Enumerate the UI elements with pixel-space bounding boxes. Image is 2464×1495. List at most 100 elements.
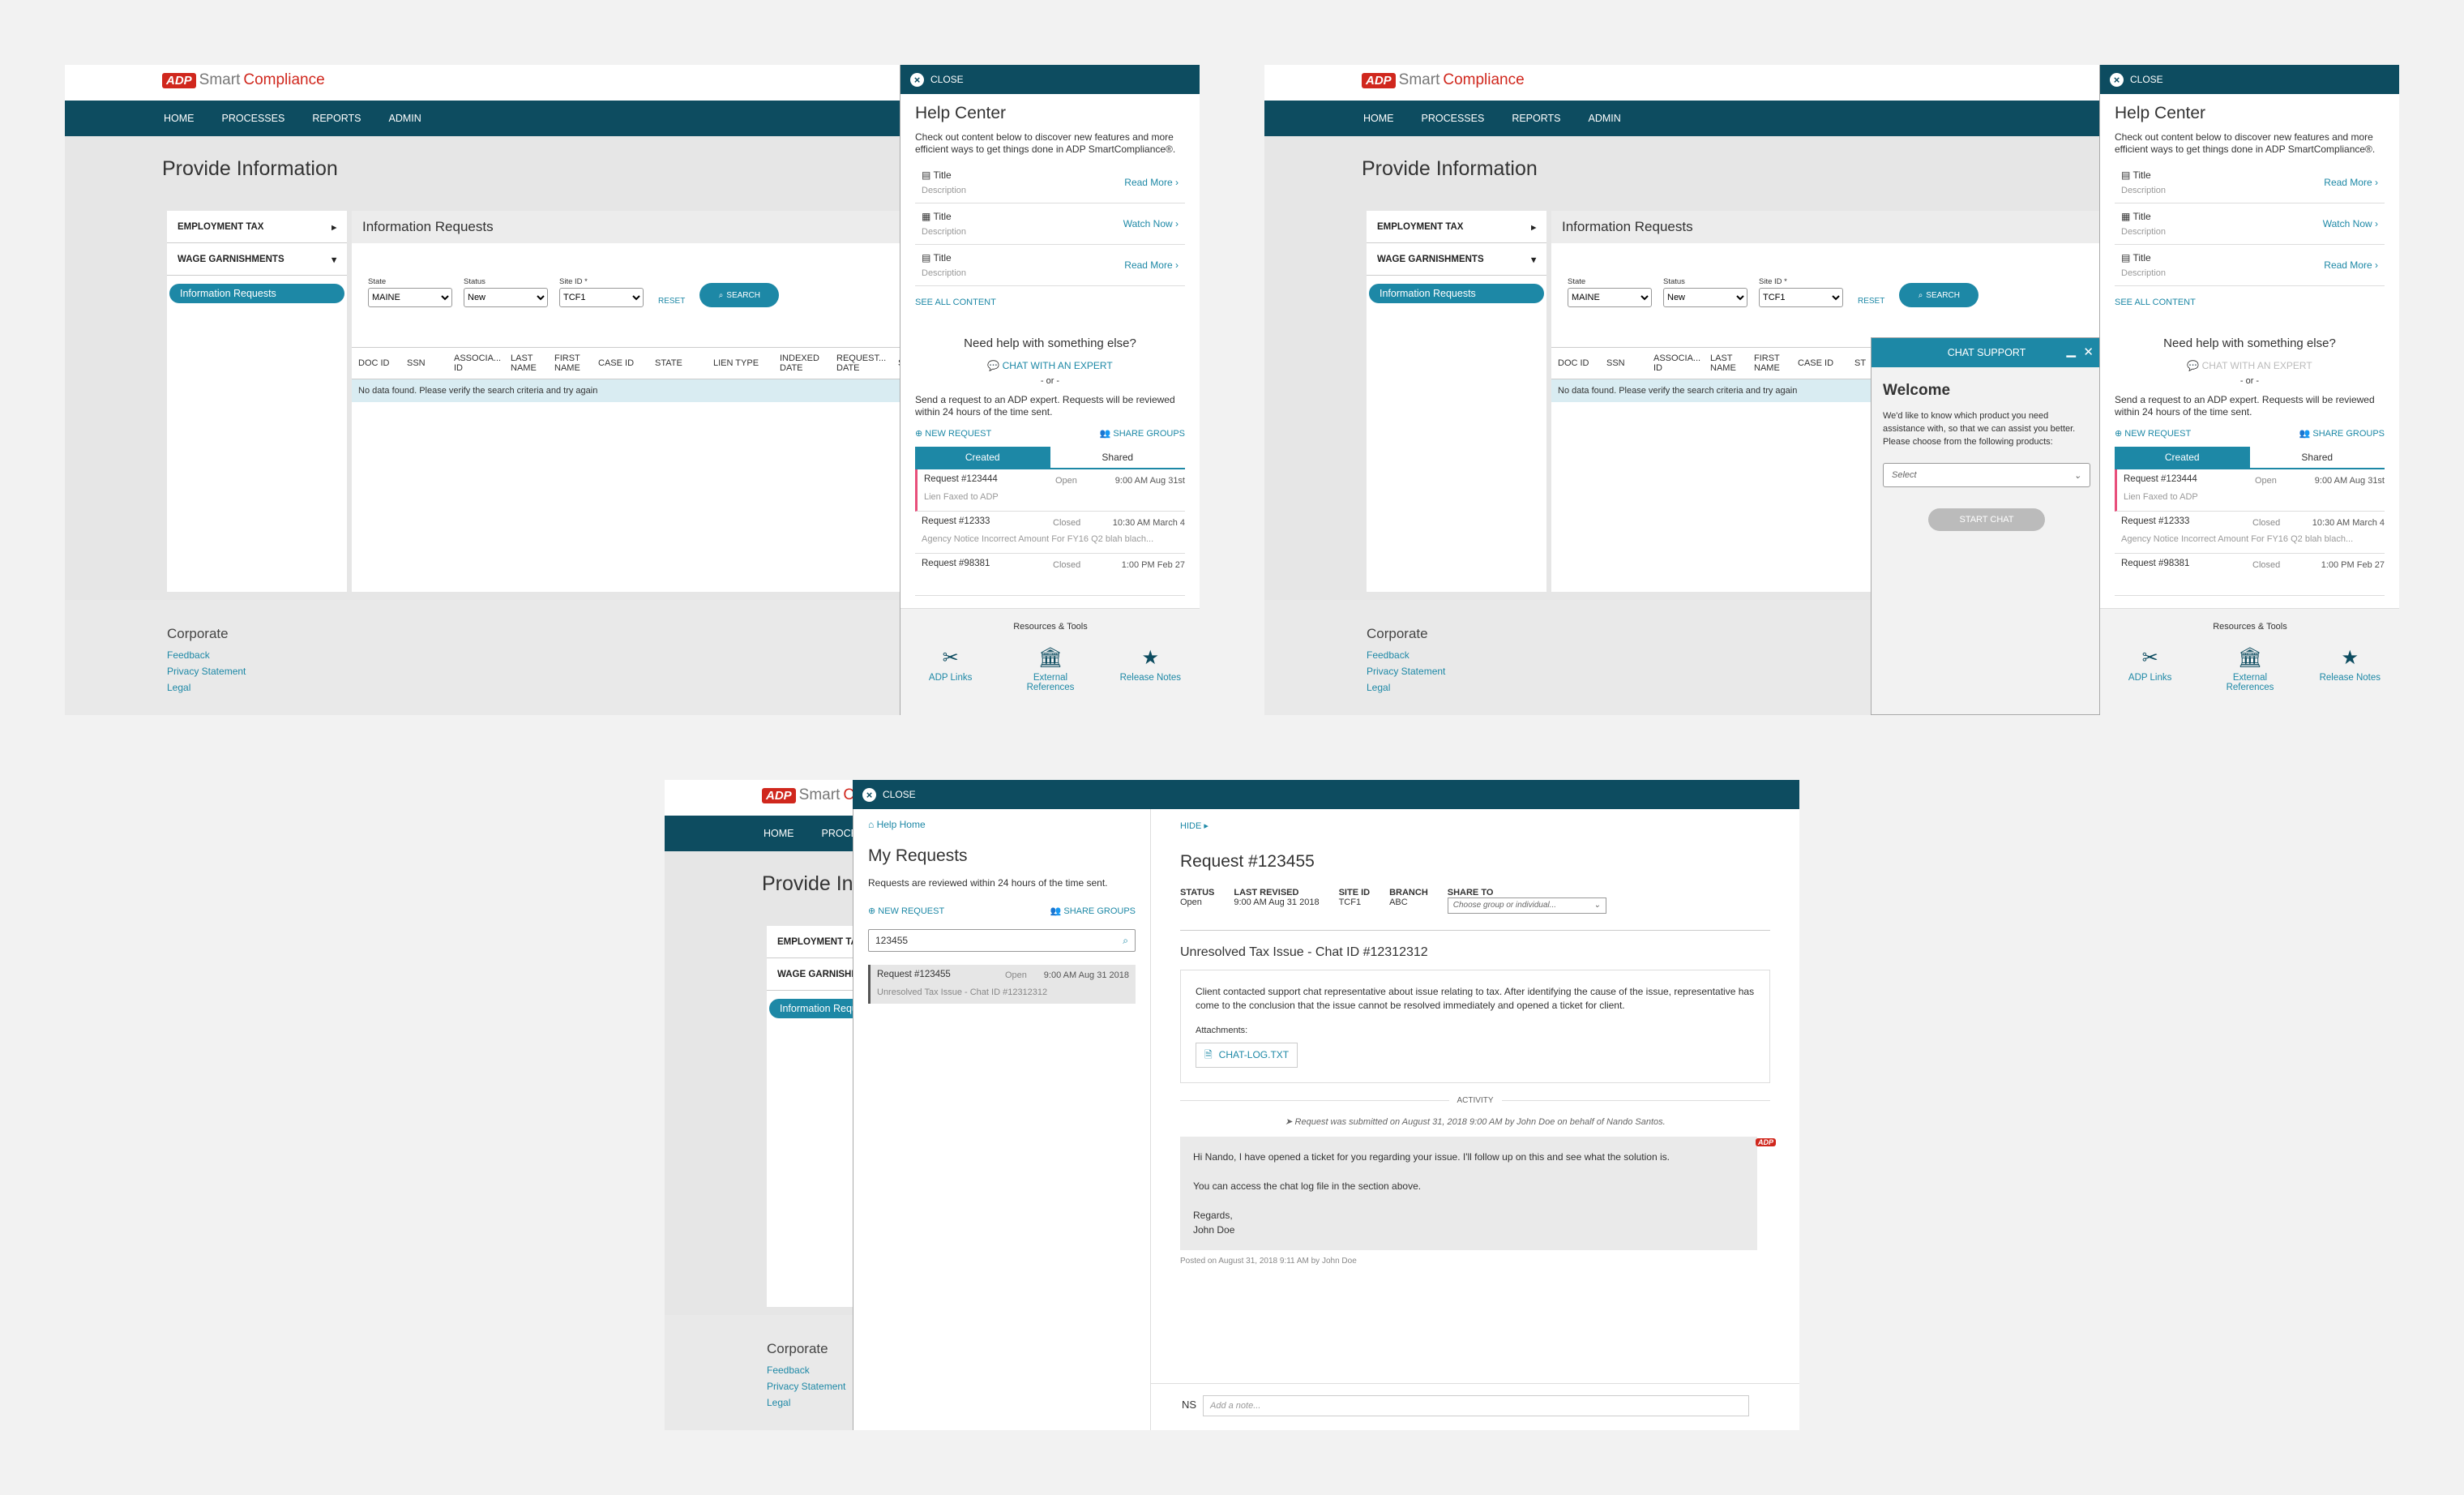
list-item[interactable]: Request #98381 Closed 1:00 PM Feb 27: [915, 554, 1185, 596]
list-item[interactable]: Request #123444 Open 9:00 AM Aug 31st Lien …: [2115, 469, 2385, 512]
search-button[interactable]: ⌕ SEARCH: [699, 283, 780, 307]
read-more-link[interactable]: Read More ›: [2324, 259, 2378, 271]
chat-expert-link[interactable]: 💬 CHAT WITH AN EXPERT: [915, 360, 1185, 371]
help-item[interactable]: ▤ Title Description Read More ›: [915, 245, 1185, 286]
help-item[interactable]: ▤ Title Description Read More ›: [2115, 245, 2385, 286]
tab-created[interactable]: Created: [915, 447, 1050, 468]
chat-expert-link[interactable]: 💬 CHAT WITH AN EXPERT: [2115, 360, 2385, 371]
share-to-select[interactable]: Choose group or individual... ⌄: [1447, 897, 1606, 914]
legal-link[interactable]: Legal: [767, 1394, 845, 1411]
reset-link[interactable]: RESET: [658, 297, 685, 306]
home-icon: ⌂: [868, 819, 877, 830]
feedback-link[interactable]: Feedback: [767, 1362, 845, 1378]
external-references-button[interactable]: 🏛 External References: [1010, 646, 1091, 692]
status-select[interactable]: New: [464, 288, 548, 307]
adp-links-button[interactable]: ✂ ADP Links: [2110, 646, 2191, 692]
close-icon[interactable]: ✕: [2083, 345, 2094, 359]
start-chat-button[interactable]: START CHAT: [1928, 508, 2045, 531]
site-id-select[interactable]: TCF1: [1759, 288, 1843, 307]
sidebar-item-information-requests[interactable]: Information Requests: [1369, 284, 1544, 303]
close-button[interactable]: × CLOSE: [853, 780, 1799, 809]
search-icon: ⌕: [1918, 290, 1923, 300]
legal-link[interactable]: Legal: [1367, 679, 1445, 696]
reset-link[interactable]: RESET: [1858, 297, 1884, 306]
share-groups-link[interactable]: 👥 SHARE GROUPS: [2299, 428, 2385, 439]
logo[interactable]: ADPSmartCompliance: [162, 71, 325, 89]
nav-reports[interactable]: REPORTS: [312, 113, 361, 124]
video-icon: ▦: [922, 211, 934, 222]
hide-link[interactable]: HIDE ▸: [1180, 820, 1770, 831]
help-item[interactable]: ▤ Title Description Read More ›: [915, 162, 1185, 203]
nav-home[interactable]: HOME: [764, 828, 794, 839]
nav-admin[interactable]: ADMIN: [389, 113, 421, 124]
chevron-right-icon: ▸: [332, 222, 336, 233]
tab-shared[interactable]: Shared: [1050, 447, 1186, 468]
nav-processes[interactable]: PROCESSES: [1422, 113, 1485, 124]
legal-link[interactable]: Legal: [167, 679, 246, 696]
privacy-link[interactable]: Privacy Statement: [1367, 663, 1445, 679]
watch-now-link[interactable]: Watch Now ›: [1123, 218, 1179, 229]
document-icon: ▤: [2121, 169, 2133, 181]
tab-created[interactable]: Created: [2115, 447, 2250, 468]
help-item[interactable]: ▦ Title Description Watch Now ›: [915, 203, 1185, 245]
nav-reports[interactable]: REPORTS: [1512, 113, 1560, 124]
minimize-icon[interactable]: ▁: [2066, 343, 2076, 358]
privacy-link[interactable]: Privacy Statement: [767, 1378, 845, 1394]
new-request-link[interactable]: ⊕ NEW REQUEST: [2115, 428, 2191, 439]
note-input[interactable]: Add a note...: [1203, 1395, 1749, 1416]
close-button[interactable]: × CLOSE: [900, 65, 1200, 94]
read-more-link[interactable]: Read More ›: [1124, 177, 1179, 188]
state-select[interactable]: MAINE: [368, 288, 452, 307]
see-all-content-link[interactable]: SEE ALL CONTENT: [915, 298, 1185, 307]
release-notes-button[interactable]: ★ Release Notes: [1110, 646, 1191, 692]
status-select[interactable]: New: [1663, 288, 1747, 307]
help-center-panel: × CLOSE Help Center Check out content bel…: [2099, 65, 2399, 715]
attachment-link[interactable]: 🗎 CHAT-LOG.TXT: [1196, 1043, 1298, 1068]
list-item[interactable]: Request #12333 Closed 10:30 AM March 4 Agen…: [915, 512, 1185, 554]
external-references-button[interactable]: 🏛 External References: [2209, 646, 2291, 692]
feedback-link[interactable]: Feedback: [167, 647, 246, 663]
help-item[interactable]: ▦ Title Description Watch Now ›: [2115, 203, 2385, 245]
close-button[interactable]: × CLOSE: [2100, 65, 2399, 94]
sidebar-item-information-requests[interactable]: Information Requests: [169, 284, 344, 303]
nav-admin[interactable]: ADMIN: [1589, 113, 1621, 124]
screen-chat-support: ADP Smart Compliance HOME PROCESSES REPORTS A…: [1264, 65, 2399, 715]
page-title: Provide Information: [162, 157, 338, 180]
site-id-select[interactable]: TCF1: [559, 288, 644, 307]
activity-divider: ACTIVITY: [1180, 1096, 1771, 1105]
list-item[interactable]: Request #123455 Open 9:00 AM Aug 31 2018 Un…: [868, 965, 1136, 1004]
request-search-input[interactable]: 123455 ⌕: [868, 929, 1136, 952]
nav-processes[interactable]: PROCESSES: [222, 113, 285, 124]
state-select[interactable]: MAINE: [1568, 288, 1652, 307]
sidebar-item-employment-tax[interactable]: EMPLOYMENT TAX ▸: [1367, 211, 1546, 243]
see-all-content-link[interactable]: SEE ALL CONTENT: [2115, 298, 2385, 307]
share-groups-link[interactable]: 👥 SHARE GROUPS: [1100, 428, 1185, 439]
sidebar-item-employment-tax[interactable]: EMPLOYMENT TAX ▸: [167, 211, 347, 243]
feedback-link[interactable]: Feedback: [1367, 647, 1445, 663]
list-item[interactable]: Request #123444 Open 9:00 AM Aug 31st Lien …: [915, 469, 1185, 512]
chevron-right-icon: ▸: [1531, 222, 1536, 233]
read-more-link[interactable]: Read More ›: [2324, 177, 2378, 188]
help-home-link[interactable]: ⌂ Help Home: [868, 819, 1136, 830]
tab-shared[interactable]: Shared: [2250, 447, 2385, 468]
nav-home[interactable]: HOME: [1363, 113, 1394, 124]
sidebar: EMPLOYMENT TAX ▸ WAGE GARNISHMENTS ▾ Infor…: [1367, 211, 1546, 592]
sidebar-item-wage-garnishments[interactable]: WAGE GARNISHMENTS ▾: [1367, 243, 1546, 276]
help-item[interactable]: ▤ Title Description Read More ›: [2115, 162, 2385, 203]
new-request-link[interactable]: ⊕ NEW REQUEST: [868, 906, 944, 916]
search-button[interactable]: ⌕ SEARCH: [1899, 283, 1979, 307]
read-more-link[interactable]: Read More ›: [1124, 259, 1179, 271]
logo[interactable]: ADPSmartCompliance: [1362, 71, 1525, 89]
sidebar-item-wage-garnishments[interactable]: WAGE GARNISHMENTS ▾: [167, 243, 347, 276]
release-notes-button[interactable]: ★ Release Notes: [2309, 646, 2390, 692]
activity-message: Hi Nando, I have opened a ticket for you…: [1180, 1137, 1757, 1250]
watch-now-link[interactable]: Watch Now ›: [2323, 218, 2378, 229]
list-item[interactable]: Request #12333 Closed 10:30 AM March 4 Agen…: [2115, 512, 2385, 554]
privacy-link[interactable]: Privacy Statement: [167, 663, 246, 679]
adp-links-button[interactable]: ✂ ADP Links: [910, 646, 991, 692]
new-request-link[interactable]: ⊕ NEW REQUEST: [915, 428, 991, 439]
nav-home[interactable]: HOME: [164, 113, 195, 124]
share-groups-link[interactable]: 👥 SHARE GROUPS: [1050, 906, 1136, 916]
product-select[interactable]: Select ⌄: [1883, 463, 2090, 487]
list-item[interactable]: Request #98381 Closed 1:00 PM Feb 27: [2115, 554, 2385, 596]
